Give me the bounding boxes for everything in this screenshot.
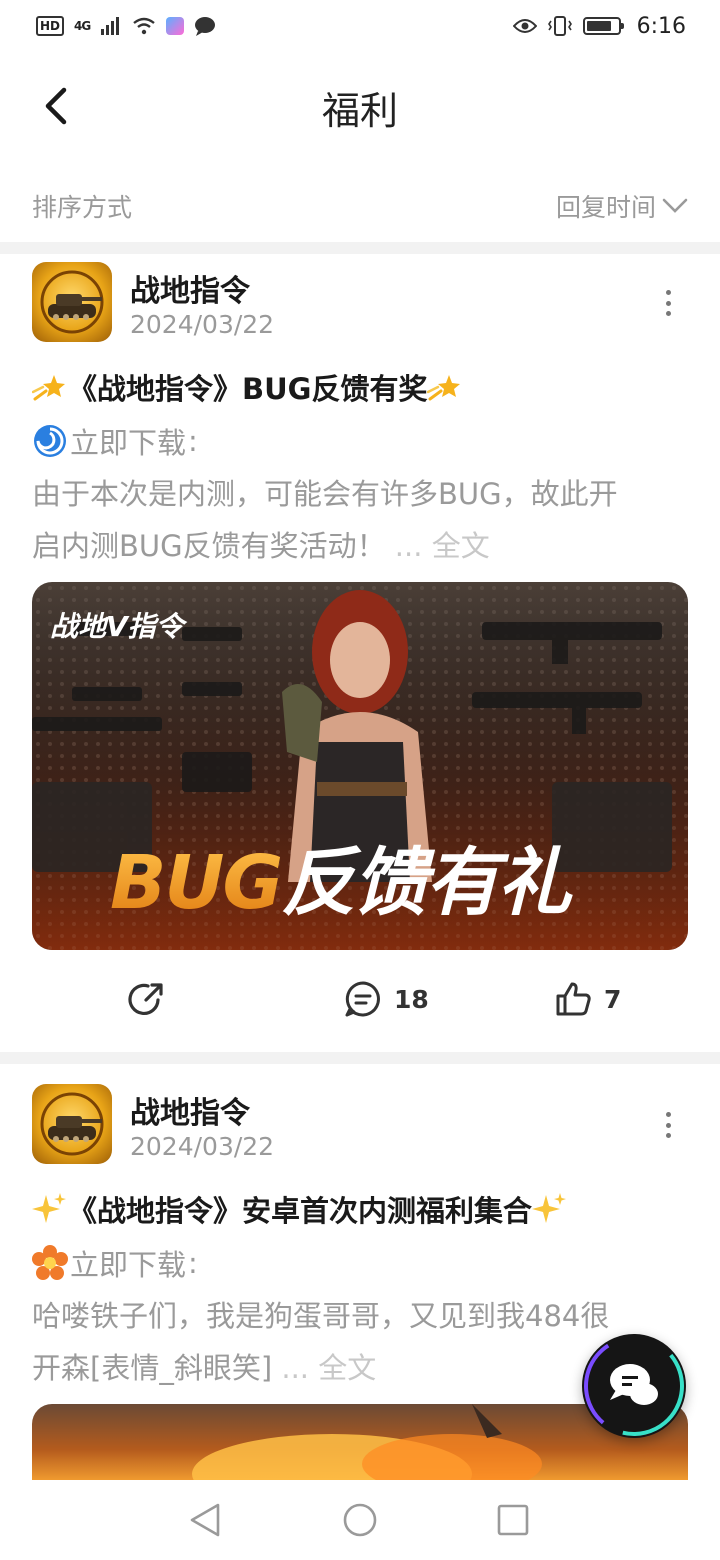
banner-logo: 战地V指令 — [50, 610, 188, 643]
page-title: 福利 — [321, 88, 398, 133]
nav-back-button[interactable] — [188, 1502, 222, 1542]
author-avatar[interactable] — [32, 262, 112, 342]
app-notification-icon — [166, 17, 185, 35]
message-bubble-icon — [195, 17, 216, 36]
circle-home-icon — [343, 1503, 377, 1537]
like-button[interactable]: 7 — [554, 980, 621, 1018]
banner-headline: BUG反馈有礼 — [110, 840, 573, 926]
signal-icon — [101, 17, 120, 35]
status-bar: HD 4G 6:16 — [0, 0, 720, 52]
eye-icon — [512, 19, 537, 33]
chat-bubbles-icon — [584, 1336, 684, 1436]
flower-icon — [32, 1245, 68, 1280]
floating-chat-button[interactable] — [582, 1334, 686, 1438]
more-options-button[interactable] — [662, 1112, 674, 1138]
sparkles-icon — [532, 1193, 567, 1223]
download-colon: : — [188, 424, 198, 458]
excerpt-line: 启内测BUG反馈有奖活动！ ... 全文 — [32, 520, 692, 572]
post-title-text: 《战地指令》安卓首次内测福利集合 — [68, 1194, 533, 1228]
comment-icon — [345, 981, 380, 1017]
post-title-text: 《战地指令》BUG反馈有奖 — [68, 372, 428, 406]
more-options-button[interactable] — [662, 290, 674, 316]
tank-logo-icon — [40, 270, 104, 334]
share-button[interactable] — [128, 980, 166, 1018]
post-header: 战地指令 2024/03/22 — [32, 1084, 688, 1168]
shooting-star-icon — [427, 375, 461, 401]
comment-count: 18 — [394, 984, 429, 1014]
sort-value: 回复时间 — [555, 193, 656, 222]
hd-badge: HD — [36, 16, 65, 36]
download-label: 立即下载 — [70, 426, 187, 460]
status-right: 6:16 — [512, 13, 686, 39]
post-title[interactable]: 《战地指令》安卓首次内测福利集合 — [32, 1188, 688, 1230]
post-date: 2024/03/22 — [130, 1132, 275, 1161]
post-title[interactable]: 《战地指令》BUG反馈有奖 — [32, 366, 688, 408]
download-line[interactable]: 立即下载 : — [32, 420, 198, 462]
sparkles-icon — [32, 1193, 66, 1223]
download-colon: : — [188, 1246, 198, 1280]
author-name[interactable]: 战地指令 — [130, 1088, 250, 1132]
tank-logo-icon — [40, 1092, 104, 1156]
banner-art: 战地V指令 BUG反馈有礼 — [32, 582, 688, 950]
ellipsis: ... — [385, 529, 432, 563]
sort-bar: 排序方式 回复时间 — [0, 176, 720, 236]
post-date: 2024/03/22 — [130, 310, 275, 339]
shooting-star-icon — [32, 375, 65, 401]
section-divider — [0, 242, 720, 254]
swirl-icon — [34, 425, 66, 457]
vibrate-icon — [547, 16, 572, 36]
chevron-down-icon — [662, 198, 688, 213]
post-card[interactable]: 战地指令 2024/03/22 《战地指令》BUG反馈有奖 立即下载 : 由于本… — [0, 262, 720, 1048]
excerpt-text: 启内测BUG反馈有奖活动！ — [32, 529, 386, 563]
excerpt-line: 由于本次是内测，可能会有许多BUG，故此开 — [32, 477, 618, 511]
excerpt-text: 开森[表情_斜眼笑] — [32, 1351, 273, 1385]
post-excerpt[interactable]: 由于本次是内测，可能会有许多BUG，故此开 启内测BUG反馈有奖活动！ ... … — [32, 468, 692, 572]
read-full-link[interactable]: 全文 — [318, 1351, 376, 1385]
comment-button[interactable]: 18 — [344, 980, 429, 1018]
nav-home-button[interactable] — [342, 1502, 378, 1542]
post-actions: 18 7 — [0, 970, 720, 1030]
read-full-link[interactable]: 全文 — [432, 529, 490, 563]
triangle-back-icon — [190, 1503, 220, 1537]
network-type: 4G — [74, 19, 91, 33]
post-banner-image[interactable]: 战地V指令 BUG反馈有礼 — [32, 582, 688, 950]
status-left: HD 4G — [36, 16, 216, 36]
share-icon — [128, 983, 163, 1016]
download-line[interactable]: 立即下载 : — [32, 1242, 198, 1284]
clock: 6:16 — [636, 13, 686, 39]
nav-recents-button[interactable] — [496, 1503, 530, 1541]
chevron-left-icon — [45, 87, 67, 125]
sort-dropdown[interactable]: 回复时间 — [556, 188, 688, 224]
wifi-icon — [133, 17, 155, 35]
thumbs-up-icon — [556, 982, 591, 1016]
top-app-bar: 福利 — [0, 52, 720, 162]
like-count: 7 — [604, 984, 622, 1014]
section-divider — [0, 1052, 720, 1064]
sort-label: 排序方式 — [32, 193, 133, 222]
author-avatar[interactable] — [32, 1084, 112, 1164]
download-label: 立即下载 — [70, 1248, 187, 1282]
author-name[interactable]: 战地指令 — [130, 266, 250, 310]
square-recents-icon — [497, 1504, 529, 1536]
back-button[interactable] — [32, 82, 80, 130]
system-navigation-bar — [0, 1480, 720, 1560]
battery-icon — [582, 17, 624, 35]
ellipsis: ... — [272, 1351, 319, 1385]
post-header: 战地指令 2024/03/22 — [32, 262, 688, 346]
